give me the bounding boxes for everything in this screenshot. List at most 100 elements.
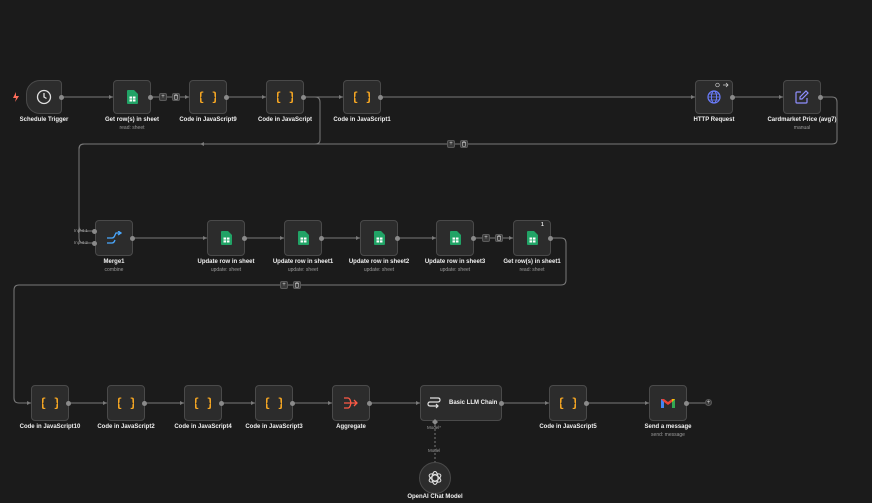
google-sheets-icon [526, 231, 538, 245]
output-handle[interactable] [224, 95, 229, 100]
delete-connection-button[interactable] [495, 234, 503, 242]
code-javascript5-node[interactable]: { } [549, 385, 587, 421]
merge-node[interactable] [95, 220, 133, 256]
code-braces-icon: { } [354, 90, 370, 104]
output-handle[interactable] [66, 401, 71, 406]
input-handle-1[interactable] [92, 229, 97, 234]
openai-chat-model-node[interactable] [419, 462, 451, 494]
add-next-node-button[interactable]: + [705, 399, 712, 406]
google-sheets-icon [449, 231, 461, 245]
node-label: Aggregate [336, 424, 366, 430]
workflow-canvas[interactable]: Schedule Trigger Get row(s) in sheet rea… [0, 0, 872, 503]
model-port-label: Model* [427, 425, 442, 430]
svg-text:{ }: { } [354, 90, 370, 104]
merge-input1-label: Input 1 [74, 228, 88, 233]
delete-connection-button[interactable] [293, 281, 301, 289]
node-label: Code in JavaScript9 [179, 117, 237, 123]
code-javascript4-node[interactable]: { } [184, 385, 222, 421]
update-row-node[interactable] [207, 220, 245, 256]
output-handle[interactable] [242, 236, 247, 241]
output-handle[interactable] [818, 95, 823, 100]
svg-text:{ }: { } [277, 90, 293, 104]
node-label: Code in JavaScript2 [97, 424, 155, 430]
node-label: Update row in sheet1 [272, 259, 334, 265]
node-subtitle: read: sheet [119, 125, 145, 131]
output-handle[interactable] [584, 401, 589, 406]
delete-connection-button[interactable] [460, 140, 468, 148]
get-rows-node[interactable] [113, 80, 151, 114]
llm-chain-icon [427, 397, 441, 409]
node-label: Code in JavaScript1 [333, 117, 391, 123]
output-handle[interactable] [471, 236, 476, 241]
output-handle[interactable] [367, 401, 372, 406]
code-javascript10-node[interactable]: { } [31, 385, 69, 421]
code-braces-icon: { } [200, 90, 216, 104]
output-handle[interactable] [148, 95, 153, 100]
node-label: Update row in sheet3 [424, 259, 486, 265]
output-handle[interactable] [395, 236, 400, 241]
output-handle[interactable] [548, 236, 553, 241]
update-row1-node[interactable] [284, 220, 322, 256]
output-handle[interactable] [499, 401, 504, 406]
pencil-edit-icon [795, 90, 809, 104]
output-handle[interactable] [130, 236, 135, 241]
code-braces-icon: { } [118, 396, 134, 410]
svg-text:{ }: { } [266, 396, 282, 410]
output-handle[interactable] [378, 95, 383, 100]
aggregate-node[interactable] [332, 385, 370, 421]
cardmarket-price-node[interactable] [783, 80, 821, 114]
output-handle[interactable] [59, 95, 64, 100]
node-label: Code in JavaScript5 [539, 424, 597, 430]
schedule-trigger-node[interactable] [26, 80, 62, 114]
globe-icon [707, 90, 721, 104]
webhook-arrow-icon [715, 82, 729, 88]
add-node-button[interactable]: + [482, 234, 490, 242]
output-handle[interactable] [730, 95, 735, 100]
node-label: Code in JavaScript4 [174, 424, 232, 430]
update-row3-node[interactable] [436, 220, 474, 256]
output-handle[interactable] [219, 401, 224, 406]
get-rows1-node[interactable] [513, 220, 551, 256]
node-subtitle: update: sheet [287, 267, 319, 273]
basic-llm-chain-node[interactable]: Basic LLM Chain [420, 385, 502, 421]
node-label: HTTP Request [693, 117, 735, 123]
output-handle[interactable] [684, 401, 689, 406]
add-node-button[interactable]: + [447, 140, 455, 148]
delete-connection-button[interactable] [172, 93, 180, 101]
trash-icon [462, 141, 466, 147]
merge-icon [107, 231, 122, 244]
merge-input2-label: Input 2 [74, 240, 88, 245]
input-handle-2[interactable] [92, 241, 97, 246]
svg-text:{ }: { } [118, 396, 134, 410]
google-sheets-icon [373, 231, 385, 245]
add-node-button[interactable]: + [280, 281, 288, 289]
items-count-badge: 1 [541, 222, 544, 228]
gmail-send-node[interactable] [649, 385, 687, 421]
code-javascript2-node[interactable]: { } [107, 385, 145, 421]
node-subtitle: send: message [651, 432, 685, 438]
node-subtitle: update: sheet [210, 267, 242, 273]
node-label: Get row(s) in sheet [104, 117, 160, 123]
node-label: Merge1 [103, 259, 125, 265]
code-braces-icon: { } [195, 396, 211, 410]
code-javascript3-node[interactable]: { } [255, 385, 293, 421]
code-braces-icon: { } [560, 396, 576, 410]
node-label: Send a message [644, 424, 692, 430]
code-javascript1-node[interactable]: { } [343, 80, 381, 114]
node-label: Code in JavaScript3 [245, 424, 303, 430]
output-handle[interactable] [142, 401, 147, 406]
svg-text:{ }: { } [560, 396, 576, 410]
update-row2-node[interactable] [360, 220, 398, 256]
node-subtitle: combine [104, 267, 124, 273]
code-braces-icon: { } [42, 396, 58, 410]
output-handle[interactable] [290, 401, 295, 406]
svg-text:{ }: { } [195, 396, 211, 410]
code-javascript-node[interactable]: { } [266, 80, 304, 114]
add-node-button[interactable]: + [159, 93, 167, 101]
svg-text:{ }: { } [42, 396, 58, 410]
node-subtitle: manual [793, 125, 811, 131]
code-javascript9-node[interactable]: { } [189, 80, 227, 114]
output-handle[interactable] [319, 236, 324, 241]
output-handle[interactable] [301, 95, 306, 100]
gmail-icon [661, 399, 675, 408]
